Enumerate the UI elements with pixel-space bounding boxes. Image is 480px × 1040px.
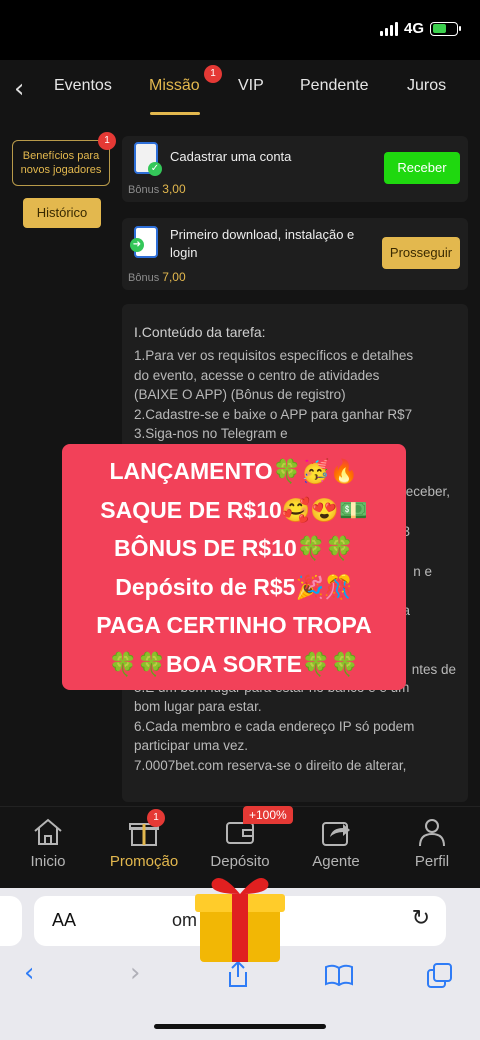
back-arrow-icon[interactable]: ‹: [24, 958, 34, 988]
promo-line: SAQUE DE R$10🥰😍💵: [100, 496, 368, 523]
sidebar-item-new-player-benefits[interactable]: Benefícios para novos jogadores: [12, 140, 110, 186]
history-button[interactable]: Histórico: [23, 198, 101, 228]
tab-missao[interactable]: Missão: [149, 77, 200, 95]
content-line: 1.Para ver os requisitos específicos e d…: [134, 348, 414, 363]
back-icon[interactable]: ‹: [14, 74, 24, 104]
task-card: ✓ Cadastrar uma conta Bônus 3,00 Receber: [122, 136, 468, 202]
content-line: (BAIXE O APP) (Bônus de registro): [134, 387, 346, 402]
task-bonus: Bônus 7,00: [128, 270, 186, 284]
nav-item-promocao[interactable]: Promoção: [99, 815, 189, 870]
promo-line: BÔNUS DE R$10🍀🍀: [113, 535, 355, 561]
proceed-button[interactable]: Prosseguir: [382, 237, 460, 269]
promo-badge: 1: [147, 809, 165, 827]
forward-arrow-icon[interactable]: ›: [130, 958, 140, 988]
status-indicators: 4G: [379, 20, 461, 37]
share-icon: [322, 822, 350, 846]
content-fragment: ntes de: [411, 662, 456, 677]
home-indicator: [154, 1024, 326, 1029]
user-icon: [419, 819, 445, 847]
content-line: 6.Cada membro e cada endereço IP só pode…: [134, 718, 415, 734]
phone-download-icon: ➜: [130, 226, 158, 258]
promo-line: 🍀🍀BOA SORTE🍀🍀: [108, 650, 360, 677]
status-bar: 4G: [0, 0, 480, 60]
content-line: 2.Cadastre-se e baixe o APP para ganhar …: [134, 406, 413, 422]
network-label: 4G: [403, 20, 424, 37]
top-tab-bar: ‹ Eventos Missão 1 VIP Pendente Juros: [0, 60, 480, 118]
nav-item-inicio[interactable]: Inicio: [3, 815, 93, 870]
content-line: 7.0007bet.com reserva-se o direito de al…: [134, 757, 407, 773]
promo-line: Depósito de R$5🎉🎊: [115, 573, 353, 600]
tab-pendente[interactable]: Pendente: [300, 77, 369, 95]
signal-icon: [379, 21, 398, 36]
task-bonus: Bônus 3,00: [128, 182, 186, 196]
content-line: do evento, acesse o centro de atividades: [134, 367, 380, 383]
content-fragment: n e: [413, 564, 432, 579]
nav-item-agente[interactable]: Agente: [291, 815, 381, 870]
reload-icon[interactable]: ↻: [412, 906, 430, 931]
content-line: 3.Siga-nos no Telegram e: [134, 426, 288, 441]
tabs-icon[interactable]: [426, 962, 454, 990]
tab-vip[interactable]: VIP: [238, 77, 264, 95]
benefits-badge: 1: [98, 132, 116, 150]
content-line: bom lugar para estar.: [134, 699, 262, 714]
active-tab-indicator: [150, 112, 200, 115]
content-line: participar uma vez.: [134, 738, 249, 753]
task-title: Primeiro download, instalação e login: [170, 227, 355, 260]
task-card: ➜ Primeiro download, instalação e login …: [122, 218, 468, 290]
tab-missao-badge: 1: [204, 65, 222, 83]
deposit-bonus-badge: +100%: [243, 806, 293, 824]
content-fragment: eceber,: [405, 484, 450, 499]
clipboard-icon: ✓: [134, 142, 162, 176]
gift-icon: [195, 878, 285, 962]
battery-icon: [430, 21, 461, 36]
bookmarks-icon[interactable]: [324, 964, 354, 986]
home-icon: [34, 818, 62, 845]
nav-item-perfil[interactable]: Perfil: [387, 815, 477, 870]
content-heading: I.Conteúdo da tarefa:: [134, 324, 266, 340]
receive-button[interactable]: Receber: [384, 152, 460, 184]
tab-eventos[interactable]: Eventos: [54, 77, 112, 95]
promo-line: LANÇAMENTO🍀🥳🔥: [109, 458, 359, 484]
task-title: Cadastrar uma conta: [170, 149, 292, 164]
promo-line: PAGA CERTINHO TROPA: [96, 612, 372, 638]
reader-aa-button[interactable]: AA: [52, 910, 76, 931]
promo-banner: LANÇAMENTO🍀🥳🔥 SAQUE DE R$10🥰😍💵 BÔNUS DE …: [62, 444, 406, 690]
previous-tab-pill[interactable]: [0, 896, 22, 946]
tab-juros[interactable]: Juros: [407, 77, 446, 95]
